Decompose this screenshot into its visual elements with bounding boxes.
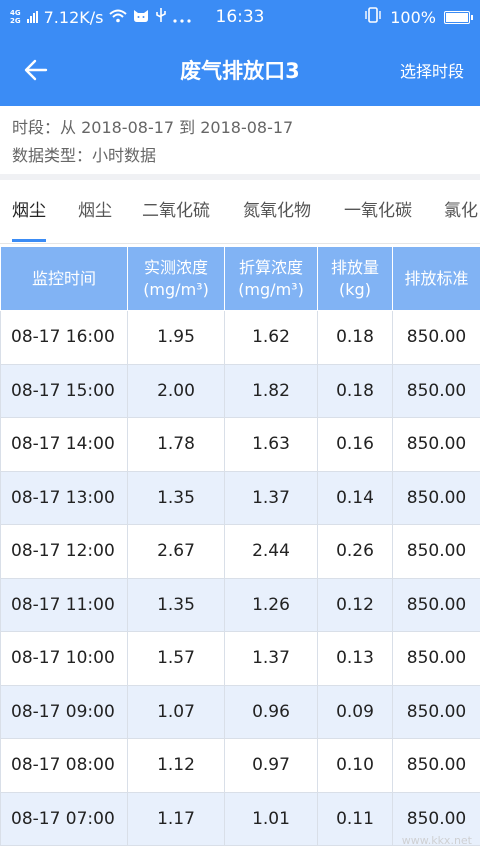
- arrow-left-icon: [24, 59, 48, 81]
- more-icon: [173, 8, 192, 27]
- cell-emission: 0.14: [317, 470, 393, 525]
- status-bar: 4G 2G 7.12K/s 16:33 100%: [0, 0, 480, 34]
- cell-converted: 1.26: [224, 577, 318, 632]
- table-row: 08-17 13:00 1.35 1.37 0.14 850.00: [0, 470, 480, 525]
- table-row: 08-17 12:00 2.67 2.44 0.26 850.00: [0, 524, 480, 579]
- cell-converted: 0.96: [224, 684, 318, 739]
- cat-icon: [133, 8, 149, 27]
- cell-emission: 0.10: [317, 738, 393, 793]
- tab-nitrogen-oxides[interactable]: 氮氧化物: [243, 180, 311, 243]
- select-period-button[interactable]: 选择时段: [400, 58, 464, 82]
- table-row: 08-17 16:00 1.95 1.62 0.18 850.00: [0, 310, 480, 365]
- cell-standard: 850.00: [392, 631, 480, 686]
- cell-measured: 1.07: [127, 684, 225, 739]
- cell-converted: 1.37: [224, 631, 318, 686]
- cell-time: 08-17 12:00: [0, 524, 128, 579]
- cell-converted: 1.01: [224, 791, 318, 846]
- header-measured-concentration: 实测浓度 (mg/m³): [127, 246, 225, 311]
- title-bar: 废气排放口3 选择时段: [0, 34, 480, 106]
- table-row: 08-17 15:00 2.00 1.82 0.18 850.00: [0, 363, 480, 418]
- cell-time: 08-17 08:00: [0, 738, 128, 793]
- filter-info: 时段：从 2018-08-17 到 2018-08-17 数据类型：小时数据: [12, 114, 293, 170]
- cell-measured: 2.67: [127, 524, 225, 579]
- cell-standard: 850.00: [392, 577, 480, 632]
- tab-chloride[interactable]: 氯化: [444, 180, 478, 243]
- cell-converted: 1.37: [224, 470, 318, 525]
- cell-emission: 0.18: [317, 363, 393, 418]
- cell-standard: 850.00: [392, 310, 480, 365]
- app-header: 4G 2G 7.12K/s 16:33 100% 废气排放口3 选择时段: [0, 0, 480, 106]
- battery-icon: [444, 10, 473, 24]
- cell-emission: 0.16: [317, 417, 393, 472]
- cell-measured: 1.78: [127, 417, 225, 472]
- cell-time: 08-17 13:00: [0, 470, 128, 525]
- tab-sulfur-dioxide[interactable]: 二氧化硫: [142, 180, 210, 243]
- cell-emission: 0.13: [317, 631, 393, 686]
- cell-standard: 850.00: [392, 524, 480, 579]
- table-header-row: 监控时间 实测浓度 (mg/m³) 折算浓度 (mg/m³) 排放量 (kg) 排放标…: [0, 246, 480, 311]
- battery-level: 100%: [390, 7, 436, 27]
- cell-standard: 850.00: [392, 684, 480, 739]
- cell-time: 08-17 16:00: [0, 310, 128, 365]
- table-row: 08-17 08:00 1.12 0.97 0.10 850.00: [0, 738, 480, 793]
- wifi-icon: [109, 8, 128, 27]
- table-row: 08-17 09:00 1.07 0.96 0.09 850.00: [0, 684, 480, 739]
- cell-converted: 0.97: [224, 738, 318, 793]
- tab-smoke-dust-2[interactable]: 烟尘: [78, 180, 112, 243]
- cell-time: 08-17 10:00: [0, 631, 128, 686]
- cell-time: 08-17 15:00: [0, 363, 128, 418]
- cell-measured: 1.17: [127, 791, 225, 846]
- data-type-label: 数据类型：小时数据: [12, 146, 157, 165]
- header-monitor-time: 监控时间: [0, 246, 128, 311]
- cell-measured: 1.95: [127, 310, 225, 365]
- cell-time: 08-17 07:00: [0, 791, 128, 846]
- pollutant-tabs: 烟尘 烟尘 二氧化硫 氮氧化物 一氧化碳 氯化: [0, 180, 480, 244]
- cell-time: 08-17 09:00: [0, 684, 128, 739]
- cell-measured: 1.35: [127, 577, 225, 632]
- cell-measured: 2.00: [127, 363, 225, 418]
- cell-standard: 850.00: [392, 417, 480, 472]
- cell-time: 08-17 14:00: [0, 417, 128, 472]
- header-emission-standard: 排放标准: [392, 246, 480, 311]
- back-button[interactable]: [18, 54, 54, 86]
- cell-standard: 850.00: [392, 470, 480, 525]
- signal-icon: [26, 11, 38, 23]
- network-speed: 7.12K/s: [43, 7, 104, 27]
- usb-icon: [155, 7, 167, 27]
- cell-emission: 0.26: [317, 524, 393, 579]
- cell-emission: 0.09: [317, 684, 393, 739]
- header-emission-amount: 排放量 (kg): [317, 246, 393, 311]
- cell-converted: 1.82: [224, 363, 318, 418]
- vibrate-icon: [364, 7, 382, 27]
- cell-standard: 850.00: [392, 363, 480, 418]
- cell-measured: 1.57: [127, 631, 225, 686]
- tab-smoke-dust-1[interactable]: 烟尘: [12, 180, 46, 243]
- cell-time: 08-17 11:00: [0, 577, 128, 632]
- cell-converted: 1.63: [224, 417, 318, 472]
- cell-measured: 1.12: [127, 738, 225, 793]
- watermark: www.kkx.net: [401, 834, 472, 847]
- table-row: 08-17 14:00 1.78 1.63 0.16 850.00: [0, 417, 480, 472]
- cell-measured: 1.35: [127, 470, 225, 525]
- cell-emission: 0.12: [317, 577, 393, 632]
- cell-converted: 1.62: [224, 310, 318, 365]
- table-row: 08-17 11:00 1.35 1.26 0.12 850.00: [0, 577, 480, 632]
- period-label: 时段：从 2018-08-17 到 2018-08-17: [12, 118, 294, 137]
- cell-emission: 0.11: [317, 791, 393, 846]
- table-row: 08-17 10:00 1.57 1.37 0.13 850.00: [0, 631, 480, 686]
- cell-emission: 0.18: [317, 310, 393, 365]
- network-type: 4G 2G: [10, 9, 21, 25]
- cell-converted: 2.44: [224, 524, 318, 579]
- tab-carbon-monoxide[interactable]: 一氧化碳: [344, 180, 412, 243]
- header-converted-concentration: 折算浓度 (mg/m³): [224, 246, 318, 311]
- cell-standard: 850.00: [392, 738, 480, 793]
- emission-data-table: 监控时间 实测浓度 (mg/m³) 折算浓度 (mg/m³) 排放量 (kg) 排放标…: [0, 246, 480, 846]
